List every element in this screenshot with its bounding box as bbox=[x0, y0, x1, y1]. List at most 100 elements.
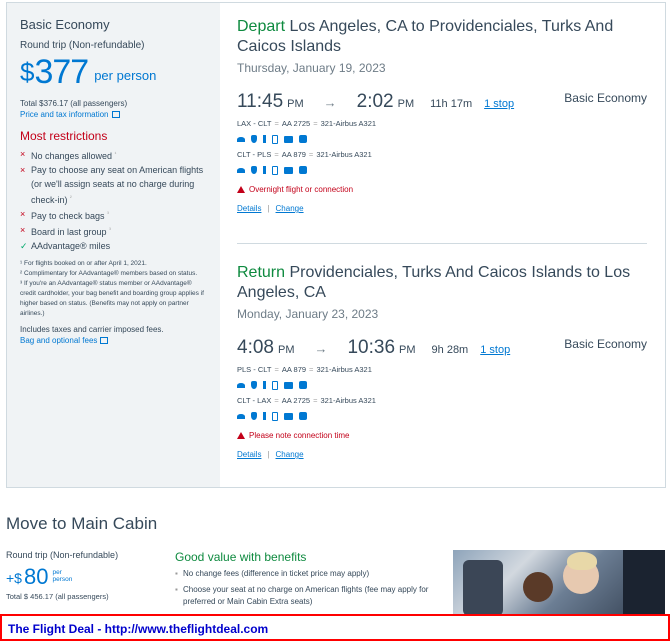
details-link[interactable]: Details bbox=[237, 450, 261, 459]
stops-link[interactable]: 1 stop bbox=[484, 98, 514, 110]
segment-divider bbox=[237, 243, 647, 244]
leg-flight: AA 2725 bbox=[281, 396, 311, 405]
fare-summary-panel: Basic Economy Round trip (Non-refundable… bbox=[7, 3, 220, 487]
arrow-right-icon: → bbox=[323, 95, 337, 110]
segment-links: Details | Change bbox=[237, 450, 304, 459]
leg-aircraft: 321-Airbus A321 bbox=[316, 150, 372, 159]
upsell-amount: 80 bbox=[23, 564, 49, 589]
depart-time: 4:08 bbox=[237, 337, 274, 358]
restriction-item: × No changes allowed ¹ bbox=[20, 147, 220, 163]
app-icon bbox=[299, 412, 307, 420]
change-link[interactable]: Change bbox=[276, 450, 304, 459]
restriction-text: Pay to check bags bbox=[31, 211, 105, 221]
usb-icon bbox=[263, 412, 266, 420]
photo-passenger bbox=[523, 572, 553, 602]
depart-time: 11:45 bbox=[237, 91, 284, 112]
warning-text: Please note connection time bbox=[249, 431, 350, 440]
power-icon bbox=[251, 381, 257, 389]
wifi-icon bbox=[237, 136, 245, 142]
upsell-trip-type: Round trip (Non-refundable) bbox=[6, 550, 119, 560]
bag-fees-link[interactable]: Bag and optional fees bbox=[20, 336, 220, 345]
return-times: 4:08 PM → 10:36 PM 9h 28m 1 stop Basic E… bbox=[237, 337, 647, 359]
return-label: Return bbox=[237, 264, 286, 281]
includes-taxes: Includes taxes and carrier imposed fees. bbox=[20, 325, 164, 334]
app-icon bbox=[299, 381, 307, 389]
upsell-plus: +$ bbox=[6, 570, 22, 586]
benefit-item: ▪ Choose your seat at no charge on Americ… bbox=[175, 584, 435, 608]
duration: 11h 17m bbox=[430, 98, 473, 110]
connection-warning: Please note connection time bbox=[237, 431, 647, 440]
price-tax-link[interactable]: Price and tax information bbox=[20, 110, 220, 119]
photo-seat bbox=[463, 560, 503, 616]
tv-icon bbox=[284, 135, 293, 143]
device-icon bbox=[272, 411, 278, 421]
amenities bbox=[237, 134, 647, 144]
overnight-warning: Overnight flight or connection bbox=[237, 185, 647, 194]
power-icon bbox=[251, 412, 257, 420]
wifi-icon bbox=[237, 382, 245, 388]
upsell-benefits: Good value with benefits ▪ No change fees… bbox=[175, 550, 435, 608]
depart-ampm: PM bbox=[277, 344, 295, 356]
benefit-item: ▪ No change fees (difference in ticket pr… bbox=[175, 569, 370, 578]
depart-ampm: PM bbox=[287, 98, 304, 110]
power-icon bbox=[251, 135, 257, 143]
device-icon bbox=[272, 380, 278, 390]
leg-aircraft: 321-Airbus A321 bbox=[320, 119, 377, 128]
usb-icon bbox=[263, 381, 266, 389]
depart-date: Thursday, January 19, 2023 bbox=[237, 61, 386, 75]
leg-route: PLS - CLT bbox=[237, 365, 272, 374]
power-icon bbox=[251, 166, 257, 174]
leg-flight: AA 879 bbox=[281, 150, 306, 159]
price-amount: 377 bbox=[34, 53, 89, 91]
arrive-ampm: PM bbox=[399, 344, 416, 356]
amenities bbox=[237, 165, 647, 175]
footnote: ² Complimentary for AAdvantage® members … bbox=[20, 270, 198, 277]
x-icon: × bbox=[20, 149, 26, 159]
restriction-item: × Board in last group ³ bbox=[20, 223, 220, 239]
footnote: ³ If you're an AAdvantage® status member… bbox=[20, 280, 204, 317]
device-icon bbox=[272, 134, 278, 144]
leg-info: PLS - CLT = AA 879 = 321-Airbus A321 bbox=[237, 365, 372, 374]
trip-type: Round trip (Non-refundable) bbox=[20, 40, 145, 51]
footnote-marker: ³ bbox=[107, 211, 109, 217]
leg-info: LAX - CLT = AA 2725 = 321-Airbus A321 bbox=[237, 119, 377, 128]
x-icon: × bbox=[20, 209, 26, 219]
restriction-text: Pay to choose any seat on American fligh… bbox=[31, 165, 204, 205]
bag-fees-link-label: Bag and optional fees bbox=[20, 336, 98, 345]
restriction-item: ✓ AAdvantage® miles bbox=[20, 239, 220, 253]
usb-icon bbox=[263, 135, 266, 143]
upsell-price-row: +$ 80 per person bbox=[6, 564, 166, 590]
stops-link[interactable]: 1 stop bbox=[480, 344, 510, 356]
wifi-icon bbox=[237, 413, 245, 419]
device-icon bbox=[272, 165, 278, 175]
leg-aircraft: 321-Airbus A321 bbox=[320, 396, 376, 405]
leg-info: CLT - LAX = AA 2725 = 321-Airbus A321 bbox=[237, 396, 376, 405]
app-icon bbox=[299, 166, 307, 174]
warning-text: Overnight flight or connection bbox=[249, 185, 354, 194]
change-link[interactable]: Change bbox=[276, 204, 304, 213]
app-icon bbox=[299, 135, 307, 143]
external-link-icon bbox=[111, 111, 120, 118]
return-segment: Return Providenciales, Turks And Caicos … bbox=[237, 263, 647, 459]
benefit-text: No change fees (difference in ticket pri… bbox=[183, 569, 370, 578]
leg-flight: AA 2725 bbox=[281, 119, 311, 128]
restrictions-title: Most restrictions bbox=[20, 129, 108, 143]
amenities bbox=[237, 380, 647, 390]
x-icon: × bbox=[20, 225, 26, 235]
fare-name: Basic Economy bbox=[20, 17, 110, 32]
depart-route: Los Angeles, CA to Providenciales, Turks… bbox=[237, 18, 614, 55]
footnotes: ¹ For flights booked on or after April 1… bbox=[20, 259, 208, 319]
cabin-class: Basic Economy bbox=[564, 337, 647, 351]
upsell-total: Total $ 456.17 (all passengers) bbox=[6, 592, 109, 601]
arrive-time: 10:36 bbox=[347, 337, 396, 358]
leg-aircraft: 321-Airbus A321 bbox=[316, 365, 372, 374]
tv-icon bbox=[284, 381, 293, 389]
return-date: Monday, January 23, 2023 bbox=[237, 307, 379, 321]
upsell-price: Round trip (Non-refundable) +$ 80 per per… bbox=[6, 550, 166, 601]
leg-info: CLT - PLS = AA 879 = 321-Airbus A321 bbox=[237, 150, 372, 159]
check-icon: ✓ bbox=[20, 241, 28, 251]
return-title: Return Providenciales, Turks And Caicos … bbox=[237, 263, 647, 303]
leg-route: LAX - CLT bbox=[237, 119, 272, 128]
restrictions-list: × No changes allowed ¹ × Pay to choose a… bbox=[20, 147, 220, 253]
details-link[interactable]: Details bbox=[237, 204, 261, 213]
